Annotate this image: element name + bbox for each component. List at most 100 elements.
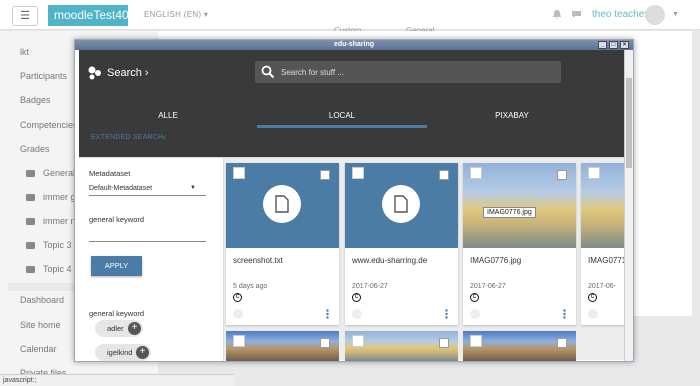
file-type-icon <box>233 167 245 179</box>
card-date: 2017-06- <box>588 283 617 290</box>
result-card-thumbnail[interactable] <box>463 331 576 361</box>
result-card[interactable]: IMAG0776.jpg IMAG0776.jpg 2017-06-27 C <box>463 163 576 325</box>
sidebar-item-label: Badges <box>20 95 51 105</box>
result-card-thumbnail[interactable] <box>345 331 458 361</box>
maximize-icon[interactable]: □ <box>609 41 618 49</box>
sidebar-item-label: Dashboard <box>20 295 65 305</box>
user-name[interactable]: theo teacher <box>592 9 648 20</box>
image-type-icon <box>470 167 482 179</box>
folder-icon <box>26 242 35 250</box>
tab-local[interactable]: LOCAL <box>257 103 427 128</box>
folder-icon <box>26 266 35 274</box>
file-type-icon <box>352 167 364 179</box>
card-date: 2017-06-27 <box>470 283 506 290</box>
sidebar-item-label: Participants <box>20 71 68 81</box>
chevron-down-icon[interactable]: ▼ <box>672 11 679 18</box>
select-checkbox[interactable] <box>557 170 567 180</box>
sidebar-item-label: Topic 4 <box>43 264 72 274</box>
tab-alle[interactable]: ALLE <box>79 103 257 128</box>
card-title[interactable]: www.edu-sharring.de <box>352 256 427 265</box>
apply-button[interactable]: APPLY <box>91 256 142 276</box>
more-options-icon[interactable] <box>445 309 448 319</box>
close-icon[interactable]: × <box>620 41 629 49</box>
add-icon[interactable]: + <box>136 346 149 359</box>
sidebar-item-label: immer g <box>43 192 76 202</box>
keyword-label: general keyword <box>89 215 145 224</box>
image-type-icon <box>470 335 482 347</box>
card-date: 2017-06-27 <box>352 283 388 290</box>
folder-icon <box>26 170 35 178</box>
dropdown-caret-icon: ▼ <box>190 185 196 191</box>
edu-sharing-dialog: edu-sharing _ □ × Search › ALLE LOCAL PI… <box>74 39 634 362</box>
avatar[interactable] <box>645 5 665 25</box>
metadataset-select[interactable]: Default-Metadataset ▼ <box>89 182 206 196</box>
copyright-icon: C <box>470 293 479 302</box>
select-checkbox[interactable] <box>320 338 330 348</box>
card-thumbnail[interactable]: IMAG0776.jpg <box>463 163 576 248</box>
add-icon[interactable]: + <box>128 322 141 335</box>
home-icon <box>352 309 362 319</box>
select-checkbox[interactable] <box>439 170 449 180</box>
copyright-icon: C <box>233 293 242 302</box>
folder-icon <box>26 194 35 202</box>
card-thumbnail[interactable] <box>226 163 339 248</box>
sidebar-item-label: Competencies <box>20 120 78 130</box>
sidebar-item-label: Calendar <box>20 344 57 354</box>
bell-icon[interactable] <box>552 9 562 20</box>
card-title[interactable]: screenshot.txt <box>233 256 283 265</box>
edu-sharing-logo-icon <box>88 66 101 80</box>
image-type-icon <box>588 167 600 179</box>
site-brand[interactable]: moodleTest40 <box>48 5 129 26</box>
more-options-icon[interactable] <box>563 309 566 319</box>
window-controls: _ □ × <box>598 41 629 49</box>
keyword-label-2: general keyword <box>89 309 145 318</box>
select-checkbox[interactable] <box>320 170 330 180</box>
chevron-left-icon[interactable]: ‹ <box>163 132 166 143</box>
search-icon[interactable] <box>261 65 275 79</box>
dialog-title: edu-sharing <box>333 41 375 48</box>
sidebar-item-label: lkt <box>20 47 29 57</box>
copyright-icon: C <box>352 293 361 302</box>
select-checkbox[interactable] <box>439 338 449 348</box>
hamburger-menu-button[interactable]: ☰ <box>12 6 38 26</box>
sidebar-item-label: General <box>43 168 76 178</box>
home-icon <box>233 309 243 319</box>
result-card[interactable]: www.edu-sharring.de 2017-06-27 C <box>345 163 458 325</box>
card-thumbnail[interactable] <box>345 163 458 248</box>
dialog-titlebar[interactable]: edu-sharing _ □ × <box>75 40 633 50</box>
card-title[interactable]: IMAG0771 <box>588 256 626 265</box>
result-card[interactable]: screenshot.txt 5 days ago C <box>226 163 339 325</box>
sidebar-item-label: Site home <box>20 320 61 330</box>
select-checkbox[interactable] <box>557 338 567 348</box>
chip-label: igelkind <box>107 348 133 357</box>
sidebar-item-label: Topic 3 <box>43 240 72 250</box>
keyword-chip-adler[interactable]: adler + <box>95 320 143 337</box>
card-date: 5 days ago <box>233 283 268 290</box>
scrollbar-thumb[interactable] <box>626 78 632 168</box>
metadataset-label: Metadataset <box>89 169 131 178</box>
search-menu-label: Search <box>107 67 142 79</box>
browser-status-bar: javascript:; <box>0 374 234 386</box>
search-box[interactable] <box>255 61 561 83</box>
file-icon <box>263 185 301 223</box>
minimize-icon[interactable]: _ <box>598 41 607 49</box>
filename-tooltip: IMAG0776.jpg <box>483 207 536 218</box>
keyword-input[interactable] <box>89 228 206 242</box>
search-input[interactable] <box>281 63 551 81</box>
folder-icon <box>26 218 35 226</box>
dialog-scrollbar[interactable] <box>624 50 633 361</box>
home-icon <box>588 309 598 319</box>
more-options-icon[interactable] <box>326 309 329 319</box>
search-menu-title[interactable]: Search › <box>107 66 149 80</box>
card-title[interactable]: IMAG0776.jpg <box>470 256 521 265</box>
chevron-right-icon: › <box>144 67 149 79</box>
result-card-thumbnail[interactable] <box>226 331 339 361</box>
sidebar-item-label: Grades <box>20 144 50 154</box>
keyword-chip-igelkind[interactable]: igelkind + <box>95 344 151 361</box>
file-icon <box>382 185 420 223</box>
extended-search-link[interactable]: EXTENDED SEARCH <box>91 134 163 141</box>
chat-icon[interactable] <box>571 10 582 19</box>
tab-pixabay[interactable]: PIXABAY <box>427 103 597 128</box>
copyright-icon: C <box>588 293 597 302</box>
sidebar-item-label: immer n <box>43 216 76 226</box>
